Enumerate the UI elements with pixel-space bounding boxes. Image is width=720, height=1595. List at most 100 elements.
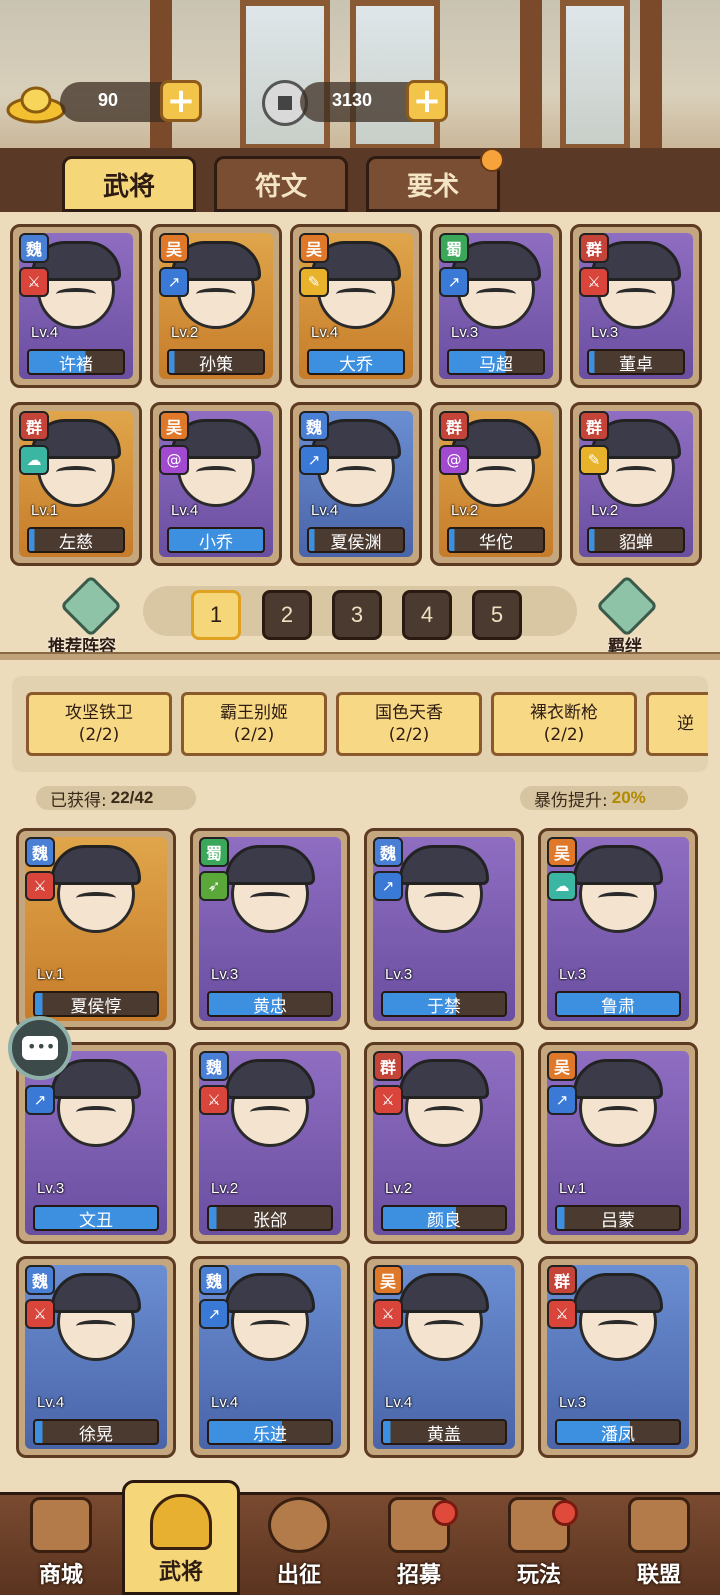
faction-badge: 蜀 <box>439 233 469 263</box>
helmet-art <box>573 1273 663 1313</box>
nav-alliance[interactable]: 联盟 <box>600 1492 718 1595</box>
general-name: 大乔 <box>307 349 405 375</box>
faction-badge: 蜀 <box>199 837 229 867</box>
general-name: 张郃 <box>207 1205 333 1231</box>
swirl-icon: @ <box>159 445 189 475</box>
nav-battle[interactable]: 出征 <box>240 1492 358 1595</box>
bond-progress: (2/2) <box>543 725 585 745</box>
general-card[interactable]: 魏 ⚔ Lv.4 徐晃 <box>16 1256 176 1458</box>
general-card[interactable]: 吴 ↗ Lv.2 孙策 <box>150 224 282 388</box>
tab-runes[interactable]: 符文 <box>214 156 348 212</box>
page-button-3[interactable]: 3 <box>332 590 382 640</box>
faction-badge: 魏 <box>25 837 55 867</box>
general-name: 鲁肃 <box>555 991 681 1017</box>
faction-badge: 吴 <box>547 837 577 867</box>
general-card[interactable]: 群 ☁ Lv.1 左慈 <box>10 402 142 566</box>
general-card[interactable]: 群 ⚔ Lv.3 潘凤 <box>538 1256 698 1458</box>
level-label: Lv.4 <box>37 1394 65 1411</box>
bond-name: 攻坚铁卫 <box>65 703 133 723</box>
blade-icon: ⚔ <box>199 1085 229 1115</box>
add-gold-button[interactable]: + <box>160 80 202 122</box>
general-card[interactable]: 吴 ☁ Lv.3 鲁肃 <box>538 828 698 1030</box>
crit-bonus: 暴伤提升: 20% <box>520 786 688 811</box>
banner-icon <box>628 1497 690 1553</box>
recruit-notification-dot <box>432 1500 458 1526</box>
faction-badge: 吴 <box>159 233 189 263</box>
lock-icon <box>480 148 504 172</box>
nav-label: 武将 <box>158 1560 203 1585</box>
general-card[interactable]: 群 @ Lv.2 华佗 <box>430 402 562 566</box>
faction-badge: 群 <box>547 1265 577 1295</box>
obtained-count: 已获得: 22/42 <box>36 786 196 811</box>
bond-card[interactable]: 裸衣断枪 (2/2) <box>491 692 637 756</box>
nav-gameplay[interactable]: 玩法 <box>480 1492 598 1595</box>
gold-ingot-icon <box>6 86 66 124</box>
general-card[interactable]: 魏 ↗ Lv.3 于禁 <box>364 828 524 1030</box>
general-card[interactable]: 魏 ↗ Lv.4 夏侯渊 <box>290 402 422 566</box>
bond-card[interactable]: 霸王别姬 (2/2) <box>181 692 327 756</box>
bond-name: 裸衣断枪 <box>530 703 598 723</box>
helmet-art <box>51 845 141 885</box>
faction-badge: 群 <box>579 411 609 441</box>
people-icon <box>59 574 123 638</box>
bond-card[interactable]: 攻坚铁卫 (2/2) <box>26 692 172 756</box>
bond-name: 逆 <box>677 714 694 734</box>
general-card[interactable]: 吴 ↗ Lv.1 吕蒙 <box>538 1042 698 1244</box>
swirl-icon: @ <box>439 445 469 475</box>
nav-generals[interactable]: 武将 <box>122 1480 240 1595</box>
nav-shop[interactable]: 商城 <box>2 1492 120 1595</box>
general-name: 于禁 <box>381 991 507 1017</box>
level-label: Lv.3 <box>591 324 619 341</box>
faction-badge: 魏 <box>299 411 329 441</box>
page-button-2[interactable]: 2 <box>262 590 312 640</box>
page-button-1[interactable]: 1 <box>191 590 241 640</box>
faction-badge: 群 <box>439 411 469 441</box>
general-card[interactable]: 吴 ⚔ Lv.4 黄盖 <box>364 1256 524 1458</box>
level-label: Lv.4 <box>31 324 59 341</box>
bond-card[interactable]: 国色天香 (2/2) <box>336 692 482 756</box>
general-card[interactable]: 蜀 ↗ Lv.3 马超 <box>430 224 562 388</box>
general-name: 小乔 <box>167 527 265 553</box>
general-name: 许褚 <box>27 349 125 375</box>
general-card[interactable]: 魏 ⚔ Lv.4 许褚 <box>10 224 142 388</box>
level-label: Lv.3 <box>37 1180 65 1197</box>
level-label: Lv.4 <box>211 1394 239 1411</box>
page-button-5[interactable]: 5 <box>472 590 522 640</box>
bond-card[interactable]: 逆 <box>646 692 708 756</box>
general-card[interactable]: 魏 ⚔ Lv.2 张郃 <box>190 1042 350 1244</box>
general-name: 孙策 <box>167 349 265 375</box>
general-name: 董卓 <box>587 349 685 375</box>
level-label: Lv.1 <box>31 502 59 519</box>
chat-button[interactable] <box>8 1016 72 1080</box>
general-card[interactable]: 群 ⚔ Lv.2 颜良 <box>364 1042 524 1244</box>
general-card[interactable]: 魏 ⚔ Lv.1 夏侯惇 <box>16 828 176 1030</box>
nav-recruit[interactable]: 招募 <box>360 1492 478 1595</box>
general-name: 华佗 <box>447 527 545 553</box>
bond-name: 国色天香 <box>375 703 443 723</box>
level-label: Lv.3 <box>559 1394 587 1411</box>
general-name: 黄忠 <box>207 991 333 1017</box>
level-label: Lv.3 <box>211 966 239 983</box>
spear-icon: ↗ <box>439 267 469 297</box>
spear-icon: ↗ <box>373 871 403 901</box>
tab-generals[interactable]: 武将 <box>62 156 196 212</box>
general-card[interactable]: 蜀 ➶ Lv.3 黄忠 <box>190 828 350 1030</box>
bond-name: 霸王别姬 <box>220 703 288 723</box>
coin-counter: 3130 + <box>300 80 448 122</box>
bond-button[interactable] <box>594 574 660 638</box>
general-card[interactable]: 吴 @ Lv.4 小乔 <box>150 402 282 566</box>
general-card[interactable]: 吴 ✎ Lv.4 大乔 <box>290 224 422 388</box>
level-label: Lv.3 <box>559 966 587 983</box>
faction-badge: 魏 <box>25 1265 55 1295</box>
general-card[interactable]: 群 ✎ Lv.2 貂蝉 <box>570 402 702 566</box>
level-label: Lv.2 <box>171 324 199 341</box>
general-card[interactable]: 魏 ↗ Lv.4 乐进 <box>190 1256 350 1458</box>
add-coin-button[interactable]: + <box>406 80 448 122</box>
page-button-4[interactable]: 4 <box>402 590 452 640</box>
spear-icon: ↗ <box>547 1085 577 1115</box>
recommend-lineup-button[interactable] <box>58 574 124 638</box>
general-card[interactable]: 群 ⚔ Lv.3 董卓 <box>570 224 702 388</box>
level-label: Lv.4 <box>385 1394 413 1411</box>
general-name: 左慈 <box>27 527 125 553</box>
blade-icon: ⚔ <box>25 1299 55 1329</box>
